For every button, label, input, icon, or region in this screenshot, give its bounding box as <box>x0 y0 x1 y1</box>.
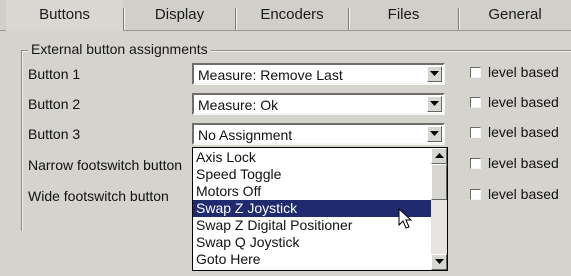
button-1-level-label[interactable]: level based <box>488 63 559 81</box>
tab-display[interactable]: Display <box>124 0 235 30</box>
button-3-label: Button 3 <box>28 126 81 142</box>
button-2-label: Button 2 <box>28 96 81 112</box>
wide-footswitch-level-checkbox[interactable] <box>470 189 481 200</box>
mouse-pointer-icon <box>398 208 413 229</box>
dropdown-option-motors-off[interactable]: Motors Off <box>193 183 431 200</box>
wide-footswitch-label: Wide footswitch button <box>28 188 169 204</box>
arrow-down-icon[interactable] <box>431 254 447 270</box>
button-2-level-checkbox[interactable] <box>470 97 481 108</box>
narrow-footswitch-label: Narrow footswitch button <box>28 157 183 173</box>
dropdown-option-axis-lock[interactable]: Axis Lock <box>193 149 431 166</box>
narrow-footswitch-level-label[interactable]: level based <box>488 154 559 172</box>
button-3-level-label[interactable]: level based <box>488 123 559 141</box>
dropdown-option-goto-here[interactable]: Goto Here <box>193 251 431 268</box>
button-3-select[interactable]: No Assignment <box>192 123 445 145</box>
button-1-label: Button 1 <box>28 66 81 82</box>
button-2-select[interactable]: Measure: Ok <box>192 93 445 115</box>
arrow-up-icon[interactable] <box>431 148 447 164</box>
narrow-footswitch-level-checkbox[interactable] <box>470 158 481 169</box>
button-1-select[interactable]: Measure: Remove Last <box>192 63 445 85</box>
button-1-level-checkbox[interactable] <box>470 67 481 78</box>
tab-files[interactable]: Files <box>349 0 458 30</box>
dropdown-scrollbar[interactable] <box>431 148 447 270</box>
chevron-down-icon[interactable] <box>427 96 442 112</box>
tab-general[interactable]: General <box>459 0 571 30</box>
chevron-down-icon[interactable] <box>427 66 442 82</box>
tab-buttons[interactable]: Buttons <box>6 0 123 32</box>
group-title: External button assignments <box>28 40 211 58</box>
dropdown-option-swap-z-digital-positioner[interactable]: Swap Z Digital Positioner <box>193 217 431 234</box>
dropdown-option-swap-z-joystick[interactable]: Swap Z Joystick <box>193 200 431 217</box>
wide-footswitch-level-label[interactable]: level based <box>488 185 559 203</box>
button-2-select-value: Measure: Ok <box>198 97 279 113</box>
tab-bar: Buttons Display Encoders Files General <box>0 0 571 32</box>
dropdown-option-speed-toggle[interactable]: Speed Toggle <box>193 166 431 183</box>
button-2-level-label[interactable]: level based <box>488 93 559 111</box>
tab-encoders[interactable]: Encoders <box>236 0 348 30</box>
button-1-select-value: Measure: Remove Last <box>198 67 343 83</box>
dropdown-option-swap-q-joystick[interactable]: Swap Q Joystick <box>193 234 431 251</box>
scrollbar-thumb[interactable] <box>431 164 447 200</box>
button-3-level-checkbox[interactable] <box>470 127 481 138</box>
chevron-down-icon[interactable] <box>427 126 442 142</box>
button-3-select-value: No Assignment <box>198 127 293 143</box>
